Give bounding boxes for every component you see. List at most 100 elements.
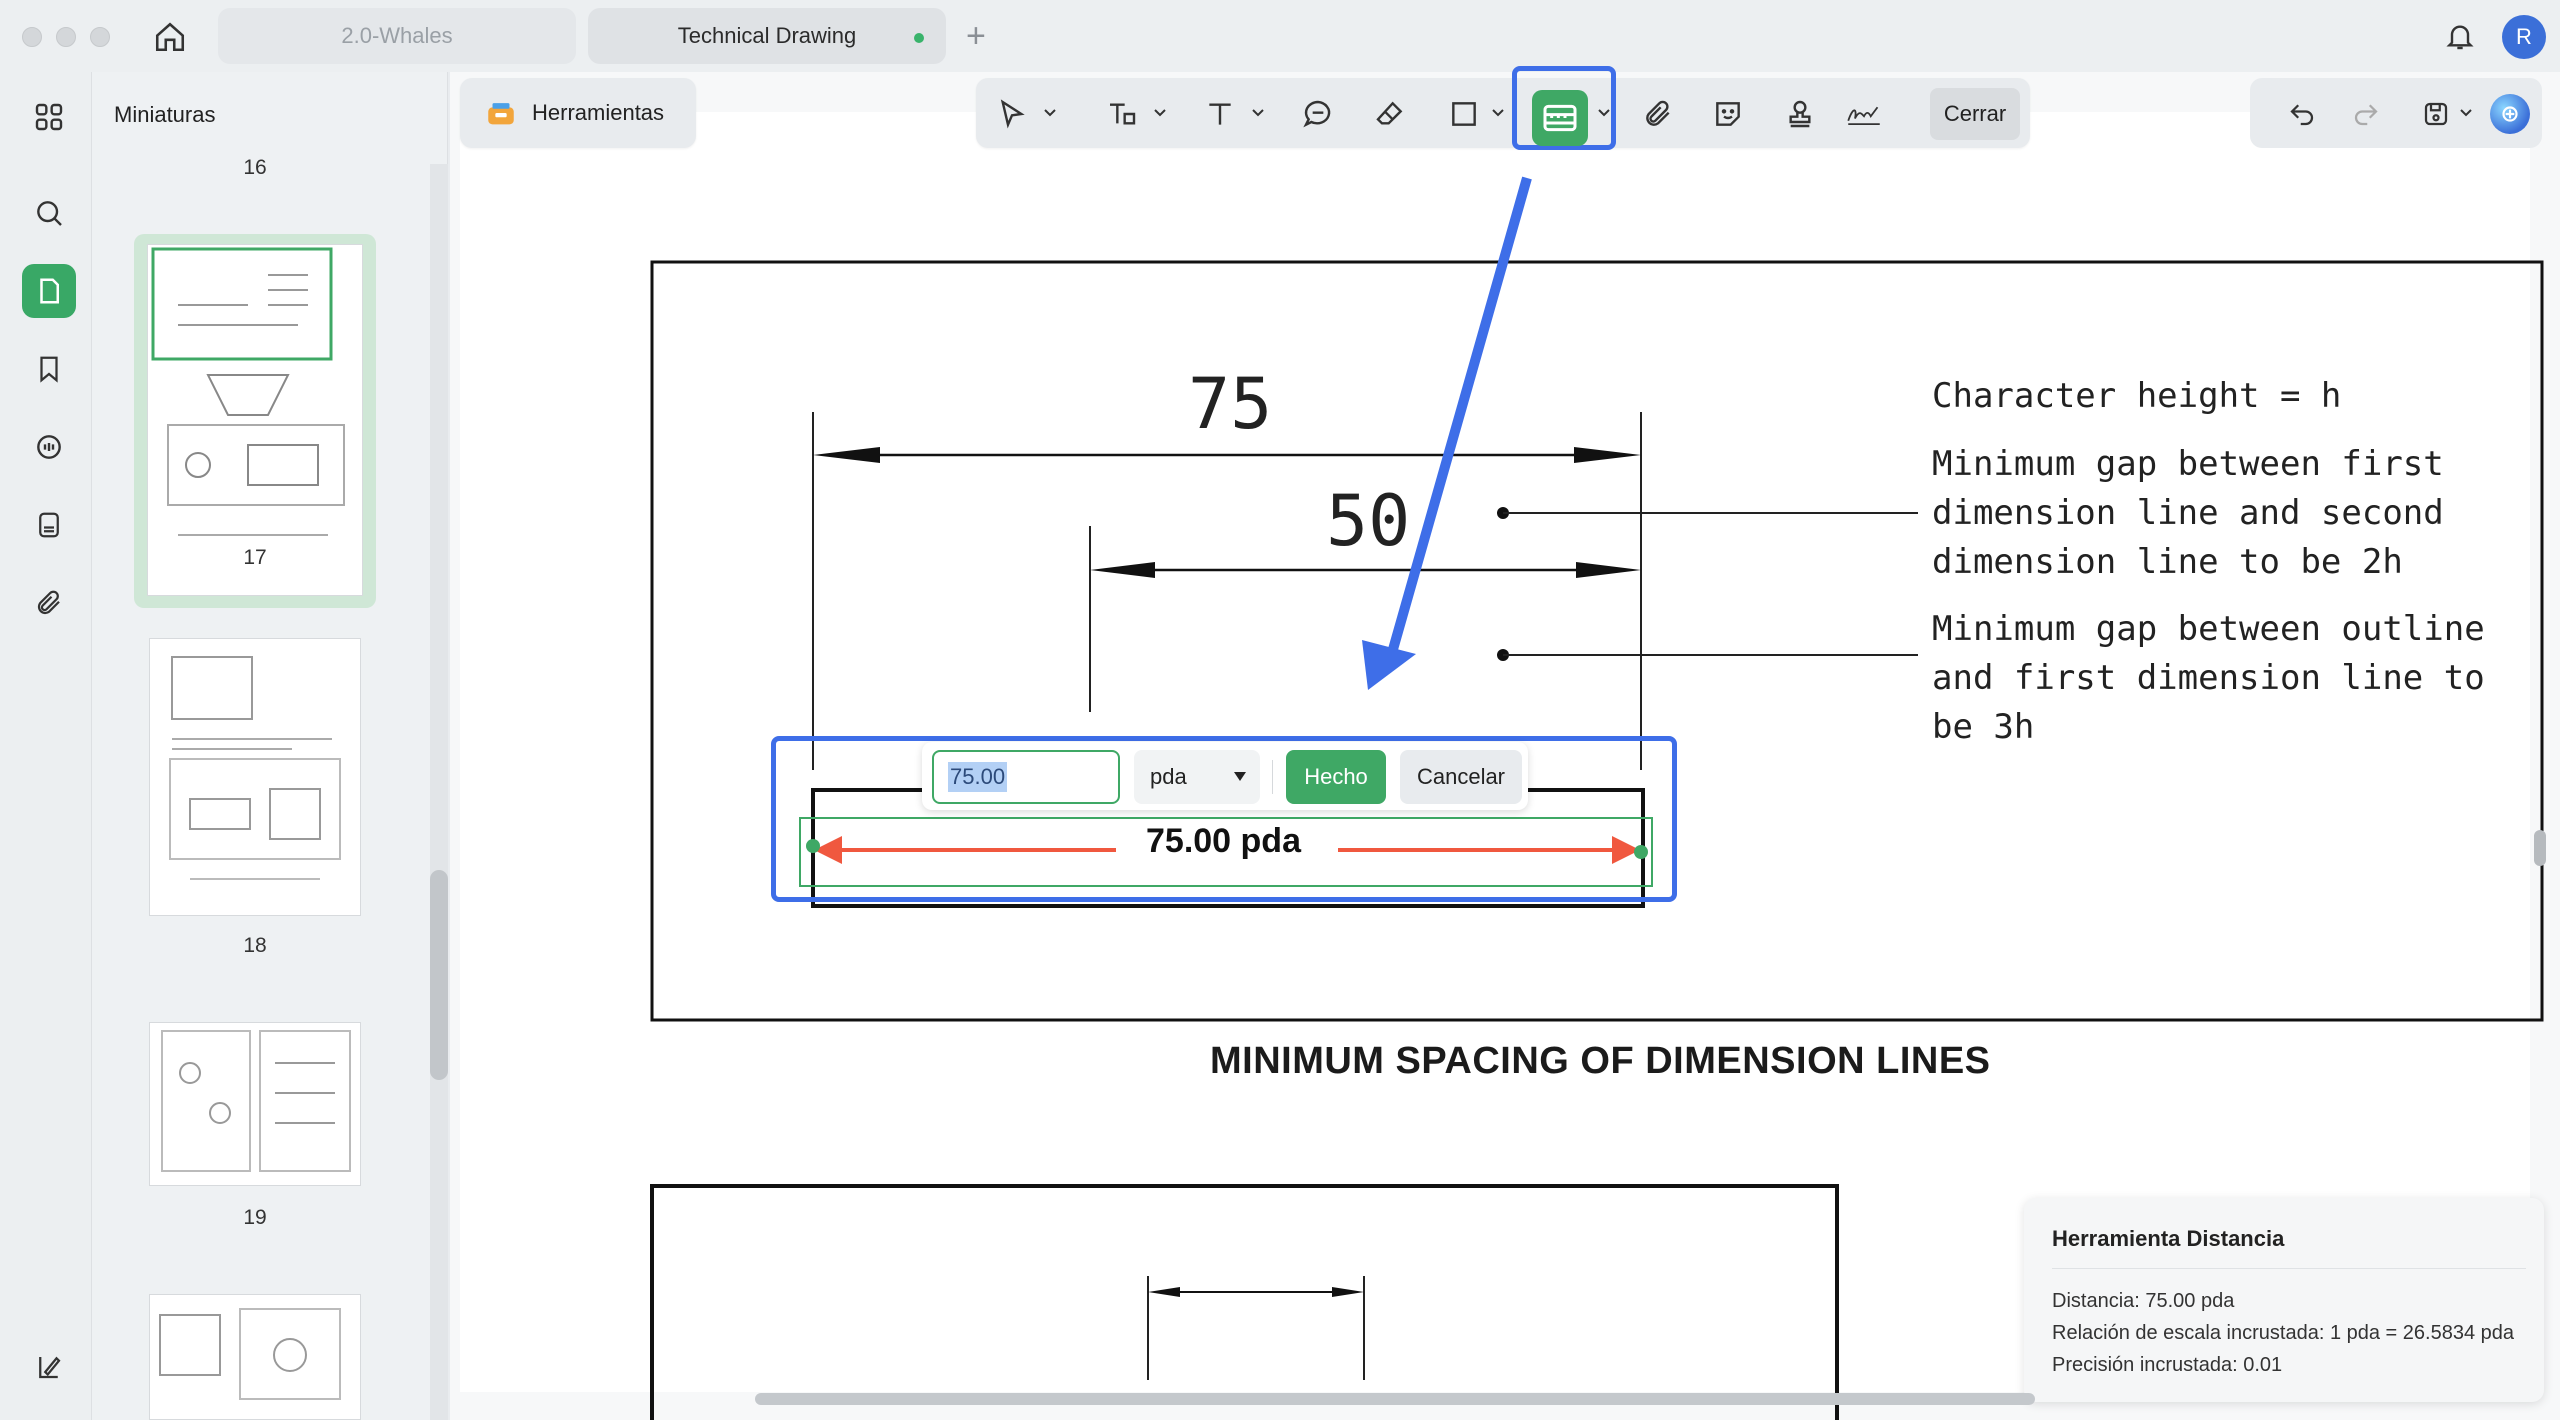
new-tab-button[interactable]: + bbox=[966, 18, 986, 54]
measurement-value: 75.00 bbox=[948, 762, 1008, 792]
signature-icon bbox=[1847, 106, 1880, 126]
tab-technical-drawing[interactable]: Technical Drawing bbox=[588, 8, 946, 64]
close-toolbar-button[interactable]: Cerrar bbox=[1930, 88, 2020, 140]
unit-select[interactable]: pda bbox=[1134, 750, 1260, 804]
home-button[interactable] bbox=[150, 17, 190, 57]
left-rail bbox=[0, 72, 92, 1420]
thumbnail-page-17[interactable] bbox=[147, 244, 363, 596]
title-bar: 2.0-Whales Technical Drawing + R bbox=[0, 0, 2560, 72]
thumbnail-page-20[interactable] bbox=[149, 1294, 361, 1420]
chevron-down-icon[interactable] bbox=[1490, 104, 1506, 120]
avatar[interactable]: R bbox=[2502, 15, 2546, 59]
shape-tool[interactable] bbox=[1446, 96, 1482, 132]
rectangle-icon bbox=[1452, 102, 1476, 126]
rail-comments[interactable] bbox=[22, 420, 76, 474]
separator bbox=[1272, 760, 1273, 794]
avatar-initial: R bbox=[2516, 24, 2532, 49]
done-button[interactable]: Hecho bbox=[1286, 750, 1386, 804]
thumbnails-panel: Miniaturas 16 17 18 19 bbox=[92, 72, 448, 1420]
thumbnail-page-18[interactable] bbox=[149, 638, 361, 916]
close-window-button[interactable] bbox=[22, 27, 42, 47]
rail-attachments[interactable] bbox=[22, 576, 76, 630]
eraser-tool[interactable] bbox=[1372, 96, 1408, 132]
text-icon bbox=[1209, 103, 1231, 125]
vertical-scrollbar[interactable] bbox=[2534, 830, 2546, 866]
rail-layers[interactable] bbox=[22, 1340, 76, 1394]
annotation-toolbar bbox=[976, 78, 2030, 148]
comment-icon bbox=[1303, 100, 1331, 128]
page-number: 19 bbox=[243, 1206, 267, 1229]
select-tool[interactable] bbox=[994, 96, 1030, 132]
info-precision: Precisión incrustada: 0.01 bbox=[2052, 1354, 2283, 1376]
info-title: Herramienta Distancia bbox=[2052, 1226, 2285, 1251]
undo-icon bbox=[2290, 104, 2314, 126]
text-box-tool[interactable] bbox=[1104, 96, 1140, 132]
tab-2-whales[interactable]: 2.0-Whales bbox=[218, 8, 576, 64]
stamp-icon bbox=[1789, 100, 1811, 128]
page-number: 18 bbox=[243, 934, 267, 957]
comments-icon bbox=[37, 435, 61, 459]
info-distance: Distancia: 75.00 pda bbox=[2052, 1290, 2235, 1312]
toolbox-icon bbox=[488, 103, 514, 125]
note-gap-dimension-lines: Minimum gap between first dimension line… bbox=[1932, 444, 2444, 582]
rail-bookmarks[interactable] bbox=[22, 342, 76, 396]
page-number: 17 bbox=[243, 546, 267, 569]
paperclip-icon bbox=[1646, 100, 1670, 126]
stamp-tool[interactable] bbox=[1782, 96, 1818, 132]
thumbnails-scrollbar-track bbox=[430, 164, 448, 1420]
distance-tool-info-panel: Herramienta Distancia Distancia: 75.00 p… bbox=[2024, 1198, 2544, 1402]
bell-icon bbox=[2446, 25, 2474, 50]
undo-button[interactable] bbox=[2284, 96, 2320, 132]
pointer-icon bbox=[1000, 99, 1025, 129]
dropdown-caret-icon bbox=[1234, 772, 1246, 781]
layers-icon bbox=[39, 1356, 61, 1379]
tools-button[interactable]: Herramientas bbox=[460, 78, 696, 148]
rail-apps[interactable] bbox=[22, 90, 76, 144]
drawing-caption: MINIMUM SPACING OF DIMENSION LINES bbox=[1210, 1040, 1991, 1082]
comment-tool[interactable] bbox=[1300, 96, 1336, 132]
measurement-value-input[interactable]: 75.00 bbox=[932, 750, 1120, 804]
chevron-down-icon[interactable] bbox=[2458, 104, 2474, 120]
sticker-tool[interactable] bbox=[1710, 96, 1746, 132]
horizontal-scrollbar[interactable] bbox=[755, 1393, 2035, 1405]
tab-label: Technical Drawing bbox=[677, 23, 857, 48]
notifications-button[interactable] bbox=[2440, 16, 2480, 56]
attachment-tool[interactable] bbox=[1640, 96, 1676, 132]
page-icon bbox=[40, 278, 59, 304]
unit-value: pda bbox=[1150, 764, 1187, 789]
thumbnails-scrollbar[interactable] bbox=[430, 870, 448, 1080]
note-character-height: Character height = h bbox=[1932, 376, 2342, 416]
ruler-icon bbox=[1543, 104, 1577, 132]
tools-label: Herramientas bbox=[532, 100, 665, 125]
eraser-icon bbox=[1376, 101, 1403, 125]
cancel-button[interactable]: Cancelar bbox=[1400, 750, 1522, 804]
page-number: 16 bbox=[243, 156, 267, 179]
save-button[interactable] bbox=[2418, 96, 2454, 132]
unsaved-dot bbox=[914, 33, 924, 43]
home-icon bbox=[155, 22, 185, 52]
redo-button[interactable] bbox=[2348, 96, 2384, 132]
chevron-down-icon[interactable] bbox=[1042, 104, 1058, 120]
text-tool[interactable] bbox=[1202, 96, 1238, 132]
tab-label: 2.0-Whales bbox=[341, 23, 453, 48]
signature-tool[interactable] bbox=[1846, 96, 1882, 132]
measure-distance-tool[interactable] bbox=[1532, 90, 1588, 146]
ai-assistant-button[interactable] bbox=[2490, 94, 2530, 134]
divider bbox=[2052, 1268, 2526, 1269]
thumbnail-page-19[interactable] bbox=[149, 1022, 361, 1186]
chevron-down-icon[interactable] bbox=[1152, 104, 1168, 120]
save-icon bbox=[2424, 102, 2448, 126]
chevron-down-icon[interactable] bbox=[1250, 104, 1266, 120]
minimize-window-button[interactable] bbox=[56, 27, 76, 47]
sticker-icon bbox=[1716, 102, 1740, 126]
rail-search[interactable] bbox=[22, 186, 76, 240]
rail-thumbnails[interactable] bbox=[22, 264, 76, 318]
bookmark-icon bbox=[40, 356, 58, 383]
rail-stamps[interactable] bbox=[22, 498, 76, 552]
zoom-window-button[interactable] bbox=[90, 27, 110, 47]
document-icon bbox=[39, 512, 59, 538]
measurement-editor: 75.00 pda Hecho Cancelar bbox=[922, 742, 1528, 810]
thumbnails-title: Miniaturas bbox=[114, 102, 216, 127]
note-gap-outline: Minimum gap between outline and first di… bbox=[1932, 609, 2485, 747]
right-toolbar bbox=[2250, 78, 2542, 148]
